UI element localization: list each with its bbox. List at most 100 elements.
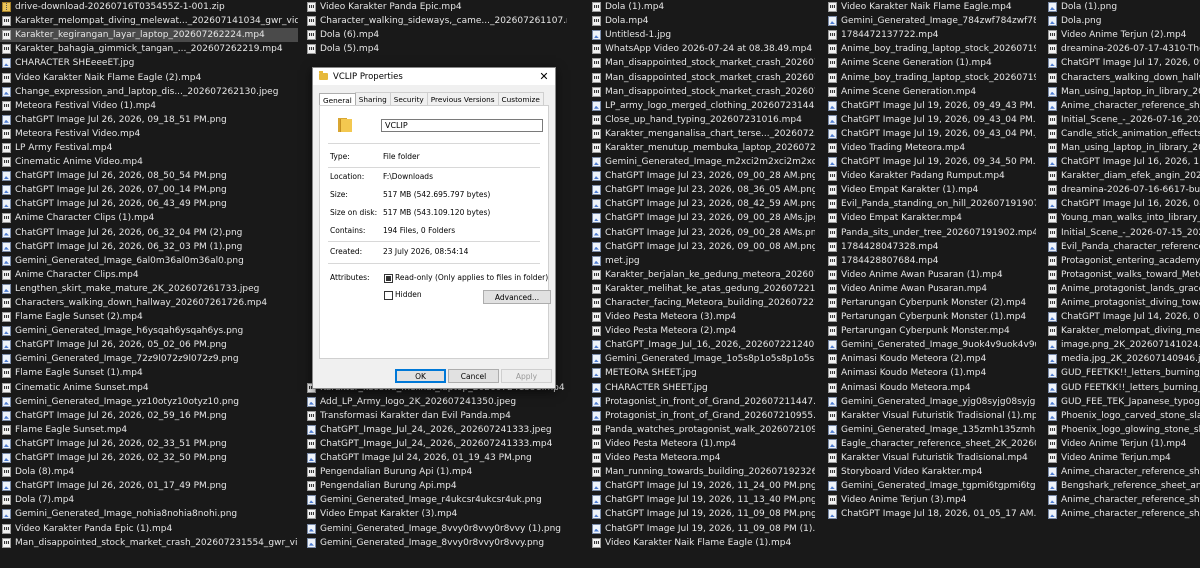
- file-item[interactable]: ChatGPT_Image_Jul_24,_2026,_202607241333…: [305, 437, 567, 451]
- file-item[interactable]: Man_disappointed_stock_market_crash_2026…: [590, 70, 815, 84]
- file-item[interactable]: CHARACTER SHEeeeET.jpg: [0, 56, 298, 70]
- file-item[interactable]: Karakter_kegirangan_layar_laptop_2026072…: [0, 28, 298, 43]
- file-item[interactable]: Dola (6).mp4: [305, 28, 567, 42]
- file-item[interactable]: Evil_Panda_standing_on_hill_202607191907…: [826, 197, 1036, 211]
- file-item[interactable]: Video Anime Terjun (3).mp4: [826, 493, 1036, 507]
- file-item[interactable]: Gemini_Generated_Image_nohia8nohia8nohi.…: [0, 507, 298, 521]
- file-item[interactable]: ChatGPT Image Jul 16, 2026, 11_48_49 P: [1046, 155, 1200, 169]
- file-item[interactable]: Pertarungan Cyberpunk Monster.mp4: [826, 324, 1036, 338]
- file-item[interactable]: Video Empat Karakter.mp4: [826, 211, 1036, 225]
- file-item[interactable]: Anime_character_reference_sheet_2K_: [1046, 493, 1200, 507]
- file-item[interactable]: Dola (1).mp4: [590, 0, 815, 14]
- file-item[interactable]: ChatGPT Image Jul 23, 2026, 09_00_28 AMs…: [590, 211, 815, 225]
- file-item[interactable]: Gemini_Generated_Image_tgpmi6tgpmi6tgpm.…: [826, 479, 1036, 493]
- file-item[interactable]: Animasi Koudo Meteora (2).mp4: [826, 352, 1036, 366]
- file-item[interactable]: METEORA SHEET.jpg: [590, 366, 815, 380]
- file-item[interactable]: Gemini_Generated_Image_h6ysqah6ysqah6ys.…: [0, 324, 298, 338]
- file-item[interactable]: media.jpg_2K_202607140946.jpeg: [1046, 352, 1200, 366]
- file-item[interactable]: Video Pesta Meteora (3).mp4: [590, 310, 815, 324]
- file-item[interactable]: Cinematic Anime Video.mp4: [0, 155, 298, 169]
- file-item[interactable]: Panda_sits_under_tree_202607191902.mp4: [826, 226, 1036, 240]
- file-item[interactable]: Anime_boy_trading_laptop_stock_202607192…: [826, 42, 1036, 56]
- tab-customize[interactable]: Customize: [497, 92, 544, 106]
- file-item[interactable]: Character_walking_sideways,_came..._2026…: [305, 14, 567, 28]
- file-item[interactable]: Pertarungan Cyberpunk Monster (2).mp4: [826, 296, 1036, 310]
- file-item[interactable]: ChatGPT Image Jul 19, 2026, 09_43_04 PM.…: [826, 113, 1036, 127]
- file-item[interactable]: Anime_boy_trading_laptop_stock_202607192…: [826, 70, 1036, 84]
- file-item[interactable]: Video Karakter Naik Flame Eagle (2).mp4: [0, 70, 298, 84]
- file-item[interactable]: ChatGPT Image Jul 24, 2026, 01_19_43 PM.…: [305, 451, 567, 465]
- file-item[interactable]: Characters_walking_down_hallway_20260726…: [0, 296, 298, 310]
- file-item[interactable]: Gemini_Generated_Image_9uok4v9uok4v9uok.…: [826, 338, 1036, 352]
- file-item[interactable]: Meteora Festival Video (1).mp4: [0, 99, 298, 113]
- file-item[interactable]: Lengthen_skirt_make_mature_2K_2026072617…: [0, 282, 298, 296]
- file-item[interactable]: Man_disappointed_stock_market_crash_2026…: [0, 536, 298, 550]
- file-item[interactable]: Video Pesta Meteora.mp4: [590, 451, 815, 465]
- tab-previous-versions[interactable]: Previous Versions: [426, 92, 499, 106]
- file-item[interactable]: Gemini_Generated_Image_yjg08syjg08syjg0.…: [826, 395, 1036, 409]
- close-icon[interactable]: ✕: [533, 68, 555, 85]
- file-item[interactable]: ChatGPT Image Jul 26, 2026, 07_00_14 PM.…: [0, 183, 298, 197]
- file-item[interactable]: ChatGPT Image Jul 19, 2026, 09_49_43 PM.…: [826, 99, 1036, 113]
- file-item[interactable]: Pengendalian Burung Api (1).mp4: [305, 465, 567, 479]
- file-item[interactable]: LP Army Festival.mp4: [0, 141, 298, 155]
- hidden-checkbox[interactable]: [384, 291, 393, 300]
- readonly-checkbox[interactable]: [384, 274, 393, 283]
- file-item[interactable]: Gemini_Generated_Image_784zwf784zwf784z.…: [826, 14, 1036, 28]
- file-item[interactable]: Protagonist_walks_toward_Meteora_..._: [1046, 268, 1200, 282]
- file-item[interactable]: Animasi Koudo Meteora (1).mp4: [826, 366, 1036, 380]
- file-item[interactable]: Gemini_Generated_Image_yz10otyz10otyz10.…: [0, 395, 298, 409]
- file-item[interactable]: Dola (8).mp4: [0, 465, 298, 479]
- file-item[interactable]: Anime_character_reference_sheet_2K_: [1046, 507, 1200, 521]
- file-item[interactable]: Man_running_towards_building_20260719232…: [590, 465, 815, 479]
- file-item[interactable]: Karakter_berjalan_ke_gedung_meteora_2026…: [590, 268, 815, 282]
- file-item[interactable]: Candle_stick_animation_effects_202607: [1046, 127, 1200, 141]
- file-item[interactable]: Karakter_diam_efek_angin_202607160908: [1046, 169, 1200, 183]
- file-item[interactable]: Protagonist_in_front_of_Grand_2026072109…: [590, 409, 815, 423]
- file-item[interactable]: CHARACTER SHEET.jpg: [590, 381, 815, 395]
- file-item[interactable]: Anime Scene Generation.mp4: [826, 85, 1036, 99]
- file-item[interactable]: Video Trading Meteora.mp4: [826, 141, 1036, 155]
- file-item[interactable]: Dola (1).png: [1046, 0, 1200, 14]
- file-item[interactable]: Video Karakter Naik Flame Eagle (1).mp4: [590, 536, 815, 550]
- file-item[interactable]: Evil_Panda_character_reference_s..._2: [1046, 240, 1200, 254]
- file-item[interactable]: Initial_Scene_-_2026-07-16_202607171016: [1046, 113, 1200, 127]
- file-item[interactable]: Dola.mp4: [590, 14, 815, 28]
- file-item[interactable]: Phoenix_logo_glowing_stone_shatters_: [1046, 423, 1200, 437]
- file-item[interactable]: ChatGPT Image Jul 26, 2026, 02_32_50 PM.…: [0, 451, 298, 465]
- file-item[interactable]: ChatGPT Image Jul 14, 2026, 01_36_59 P: [1046, 310, 1200, 324]
- file-item[interactable]: Man_disappointed_stock_market_crash_2026…: [590, 85, 815, 99]
- file-item[interactable]: Video Karakter Panda Epic.mp4: [305, 0, 567, 14]
- file-item[interactable]: ChatGPT Image Jul 26, 2026, 09_18_51 PM.…: [0, 113, 298, 127]
- file-item[interactable]: GUD_FEETKK!!_letters_burning_202607: [1046, 366, 1200, 380]
- file-item[interactable]: ChatGPT Image Jul 26, 2026, 05_02_06 PM.…: [0, 338, 298, 352]
- file-item[interactable]: ChatGPT Image Jul 23, 2026, 08_42_59 AM.…: [590, 197, 815, 211]
- file-item[interactable]: Karakter Visual Futuristik Tradisional.m…: [826, 451, 1036, 465]
- file-item[interactable]: Untitlesd-1.jpg: [590, 28, 815, 42]
- file-item[interactable]: Karakter_melompat_diving_melewat..._2: [1046, 324, 1200, 338]
- file-item[interactable]: Storyboard Video Karakter.mp4: [826, 465, 1036, 479]
- file-item[interactable]: Anime_protagonist_lands_graceful..._20: [1046, 282, 1200, 296]
- file-item[interactable]: Young_man_walks_into_library_20260717: [1046, 211, 1200, 225]
- file-item[interactable]: ChatGPT Image Jul 23, 2026, 08_36_05 AM.…: [590, 183, 815, 197]
- file-item[interactable]: 1784428807684.mp4: [826, 254, 1036, 268]
- file-item[interactable]: Gemini_Generated_Image_8vvy0r8vvy0r8vvy.…: [305, 536, 567, 550]
- file-item[interactable]: ChatGPT Image Jul 26, 2026, 02_33_51 PM.…: [0, 437, 298, 451]
- file-item[interactable]: GUD FEETKK!!_letters_burning_2026071: [1046, 381, 1200, 395]
- file-item[interactable]: drive-download-20260716T035455Z-1-001.zi…: [0, 0, 298, 14]
- file-item[interactable]: GUD_FEE_TEK_Japanese_typography_20: [1046, 395, 1200, 409]
- file-item[interactable]: Character_facing_Meteora_building_202607…: [590, 296, 815, 310]
- file-item[interactable]: ChatGPT Image Jul 17, 2026, 09_24_20 P: [1046, 56, 1200, 70]
- file-item[interactable]: Man_using_laptop_in_library_202607172: [1046, 85, 1200, 99]
- file-item[interactable]: Man_disappointed_stock_market_crash_2026…: [590, 56, 815, 70]
- file-item[interactable]: Protagonist_in_front_of_Grand_2026072114…: [590, 395, 815, 409]
- file-item[interactable]: ChatGPT Image Jul 18, 2026, 01_05_17 AM.…: [826, 507, 1036, 521]
- file-item[interactable]: ChatGPT Image Jul 19, 2026, 11_13_40 PM.…: [590, 493, 815, 507]
- file-item[interactable]: Video Pesta Meteora (2).mp4: [590, 324, 815, 338]
- file-item[interactable]: Bengshark_reference_sheet_anime_2K_: [1046, 479, 1200, 493]
- file-item[interactable]: Video Empat Karakter (1).mp4: [826, 183, 1036, 197]
- file-item[interactable]: Video Empat Karakter (3).mp4: [305, 507, 567, 521]
- file-item[interactable]: ChatGPT Image Jul 19, 2026, 09_43_04 PM.…: [826, 127, 1036, 141]
- file-item[interactable]: Flame Eagle Sunset (2).mp4: [0, 310, 298, 324]
- file-item[interactable]: Gemini_Generated_Image_r4ukcsr4ukcsr4uk.…: [305, 493, 567, 507]
